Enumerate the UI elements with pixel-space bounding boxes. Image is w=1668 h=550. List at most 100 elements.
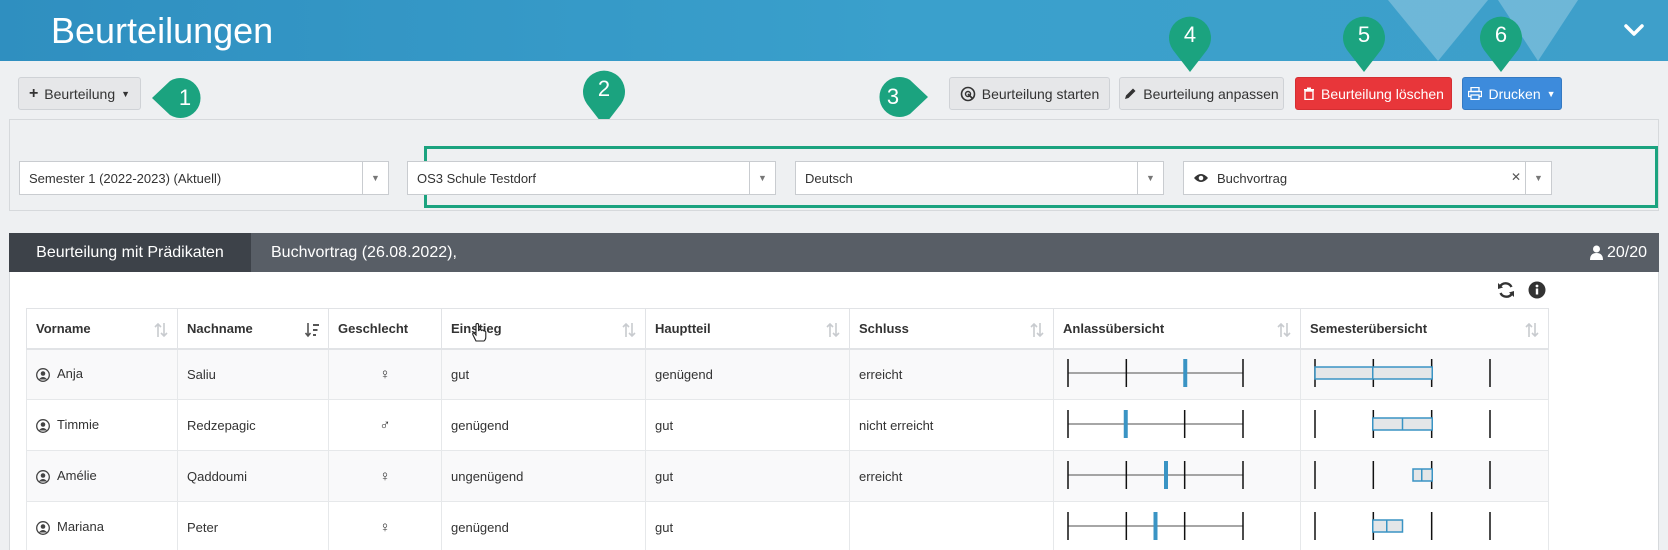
user-circle-icon <box>36 418 50 433</box>
chevron-down-icon[interactable] <box>1622 18 1646 42</box>
add-assessment-label: Beurteilung <box>44 85 116 102</box>
edit-assessment-button[interactable]: Beurteilung anpassen <box>1119 77 1284 110</box>
cell-einstieg: gut <box>441 348 646 400</box>
section-header: Beurteilung mit Prädikaten Buchvortrag (… <box>9 233 1659 272</box>
cell-semesteruebersicht <box>1300 450 1549 502</box>
semester-chart <box>1314 460 1491 489</box>
cell-anlassuebersicht <box>1053 399 1301 451</box>
caret-down-icon: ▼ <box>1137 162 1163 194</box>
cell-schluss: nicht erreicht <box>849 399 1054 451</box>
cell-semesteruebersicht <box>1300 348 1549 400</box>
cell-semesteruebersicht <box>1300 501 1549 550</box>
cell-geschlecht: ♂ <box>328 399 442 451</box>
cell-vorname: Amélie <box>26 450 178 502</box>
school-select[interactable]: OS3 Schule Testdorf ▼ <box>407 161 776 195</box>
cell-anlassuebersicht <box>1053 450 1301 502</box>
page-title: Beurteilungen <box>51 10 274 51</box>
subject-select[interactable]: Deutsch ▼ <box>795 161 1164 195</box>
anlass-marker <box>1183 358 1188 387</box>
print-button[interactable]: Drucken ▼ <box>1462 77 1562 110</box>
cell-schluss <box>849 501 1054 550</box>
col-header-geschlecht: Geschlecht <box>328 308 442 350</box>
semester-select[interactable]: Semester 1 (2022-2023) (Aktuell) ▼ <box>19 161 389 195</box>
add-assessment-button[interactable]: + Beurteilung ▼ <box>18 77 141 110</box>
vorname-text: Anja <box>57 366 84 382</box>
subject-value: Deutsch <box>805 170 853 186</box>
students-table: Vorname Nachname Geschlecht Einstieg Hau… <box>26 308 1549 550</box>
callout-2: 2 <box>577 66 631 126</box>
user-circle-icon <box>36 520 50 535</box>
vorname-text: Mariana <box>57 519 104 535</box>
caret-down-icon: ▼ <box>749 162 775 194</box>
anlass-marker <box>1123 409 1128 438</box>
col-header-nachname[interactable]: Nachname <box>177 308 329 350</box>
anlass-marker <box>1153 511 1158 540</box>
callout-3: 3 <box>868 74 928 124</box>
anlass-chart <box>1067 409 1244 438</box>
cell-vorname: Timmie <box>26 399 178 451</box>
col-header-anlassuebersicht[interactable]: Anlassübersicht <box>1053 308 1301 350</box>
anlass-marker <box>1164 460 1168 489</box>
trash-icon <box>1304 87 1314 100</box>
semester-box <box>1412 467 1433 482</box>
semester-value: Semester 1 (2022-2023) (Aktuell) <box>29 170 222 186</box>
table-header-row: Vorname Nachname Geschlecht Einstieg Hau… <box>26 308 1549 350</box>
user-icon <box>1589 245 1603 260</box>
callout-4: 4 <box>1163 12 1217 73</box>
cell-nachname: Redzepagic <box>177 399 329 451</box>
caret-down-icon: ▼ <box>1546 88 1556 99</box>
refresh-icon[interactable] <box>1497 281 1515 299</box>
semester-box <box>1314 366 1433 380</box>
school-value: OS3 Schule Testdorf <box>417 170 536 186</box>
cell-anlassuebersicht <box>1053 348 1301 400</box>
clear-icon[interactable]: ✕ <box>1511 170 1521 184</box>
table-row[interactable]: Amélie Qaddoumi ♀ ungenügend gut erreicht <box>26 450 1549 502</box>
col-header-schluss[interactable]: Schluss <box>849 308 1054 350</box>
sort-icon[interactable] <box>622 322 636 338</box>
vorname-text: Amélie <box>57 468 97 484</box>
cell-nachname: Qaddoumi <box>177 450 329 502</box>
start-assessment-label: Beurteilung starten <box>981 85 1100 102</box>
tab-predicate-assessment[interactable]: Beurteilung mit Prädikaten <box>9 233 251 272</box>
eye-icon <box>1194 174 1208 182</box>
cell-vorname: Anja <box>26 348 178 400</box>
caret-down-icon: ▼ <box>121 88 131 99</box>
cell-hauptteil: gut <box>645 501 850 550</box>
anlass-chart <box>1067 511 1244 540</box>
sort-icon[interactable] <box>1277 322 1291 338</box>
cell-geschlecht: ♀ <box>328 501 442 550</box>
callout-1: 1 <box>152 75 206 125</box>
col-header-einstieg[interactable]: Einstieg <box>441 308 646 350</box>
sort-alpha-desc-icon[interactable] <box>305 322 319 338</box>
col-header-semesteruebersicht[interactable]: Semesterübersicht <box>1300 308 1549 350</box>
cell-anlassuebersicht <box>1053 501 1301 550</box>
delete-assessment-button[interactable]: Beurteilung löschen <box>1295 77 1452 110</box>
table-row[interactable]: Timmie Redzepagic ♂ genügend gut nicht erreic… <box>26 399 1549 451</box>
info-icon[interactable] <box>1528 281 1546 299</box>
cell-einstieg: genügend <box>441 399 646 451</box>
sort-icon[interactable] <box>826 322 840 338</box>
cell-nachname: Peter <box>177 501 329 550</box>
hand-cursor-icon <box>472 323 487 342</box>
sort-icon[interactable] <box>1525 322 1539 338</box>
delete-assessment-label: Beurteilung löschen <box>1321 85 1444 102</box>
table-row[interactable]: Anja Saliu ♀ gut genügend erreicht <box>26 348 1549 400</box>
start-assessment-button[interactable]: Beurteilung starten <box>949 77 1110 110</box>
caret-down-icon: ▼ <box>1525 162 1551 194</box>
table-row[interactable]: Mariana Peter ♀ genügend gut <box>26 501 1549 550</box>
cell-geschlecht: ♀ <box>328 450 442 502</box>
col-header-vorname[interactable]: Vorname <box>26 308 178 350</box>
assessment-value: Buchvortrag <box>1217 170 1288 186</box>
anlass-chart <box>1067 460 1244 489</box>
sort-icon[interactable] <box>154 322 168 338</box>
assessment-select[interactable]: Buchvortrag ✕ ▼ <box>1183 161 1552 195</box>
cell-schluss: erreicht <box>849 450 1054 502</box>
semester-box <box>1372 518 1404 533</box>
user-circle-icon <box>36 368 50 382</box>
cell-schluss: erreicht <box>849 348 1054 400</box>
cell-geschlecht: ♀ <box>328 348 442 400</box>
cell-einstieg: genügend <box>441 501 646 550</box>
col-header-hauptteil[interactable]: Hauptteil <box>645 308 850 350</box>
vorname-text: Timmie <box>57 417 100 433</box>
sort-icon[interactable] <box>1030 322 1044 338</box>
